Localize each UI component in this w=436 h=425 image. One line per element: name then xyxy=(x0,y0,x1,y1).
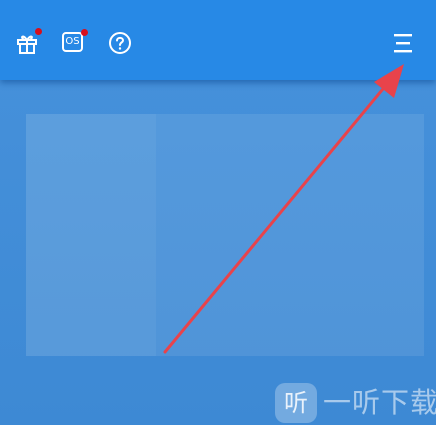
help-button[interactable] xyxy=(107,30,133,56)
menu-button[interactable] xyxy=(391,31,415,55)
gift-button[interactable] xyxy=(15,28,42,56)
watermark-logo: 听 xyxy=(275,383,317,423)
top-toolbar: OS xyxy=(0,0,436,80)
menu-icon xyxy=(394,34,412,53)
help-icon xyxy=(109,32,131,54)
watermark-text: 一听下载 xyxy=(323,386,436,419)
preview-panel xyxy=(26,114,424,356)
os-icon: OS xyxy=(62,32,83,52)
notification-dot xyxy=(35,28,42,35)
notification-dot xyxy=(81,29,88,36)
os-button[interactable]: OS xyxy=(61,29,88,56)
